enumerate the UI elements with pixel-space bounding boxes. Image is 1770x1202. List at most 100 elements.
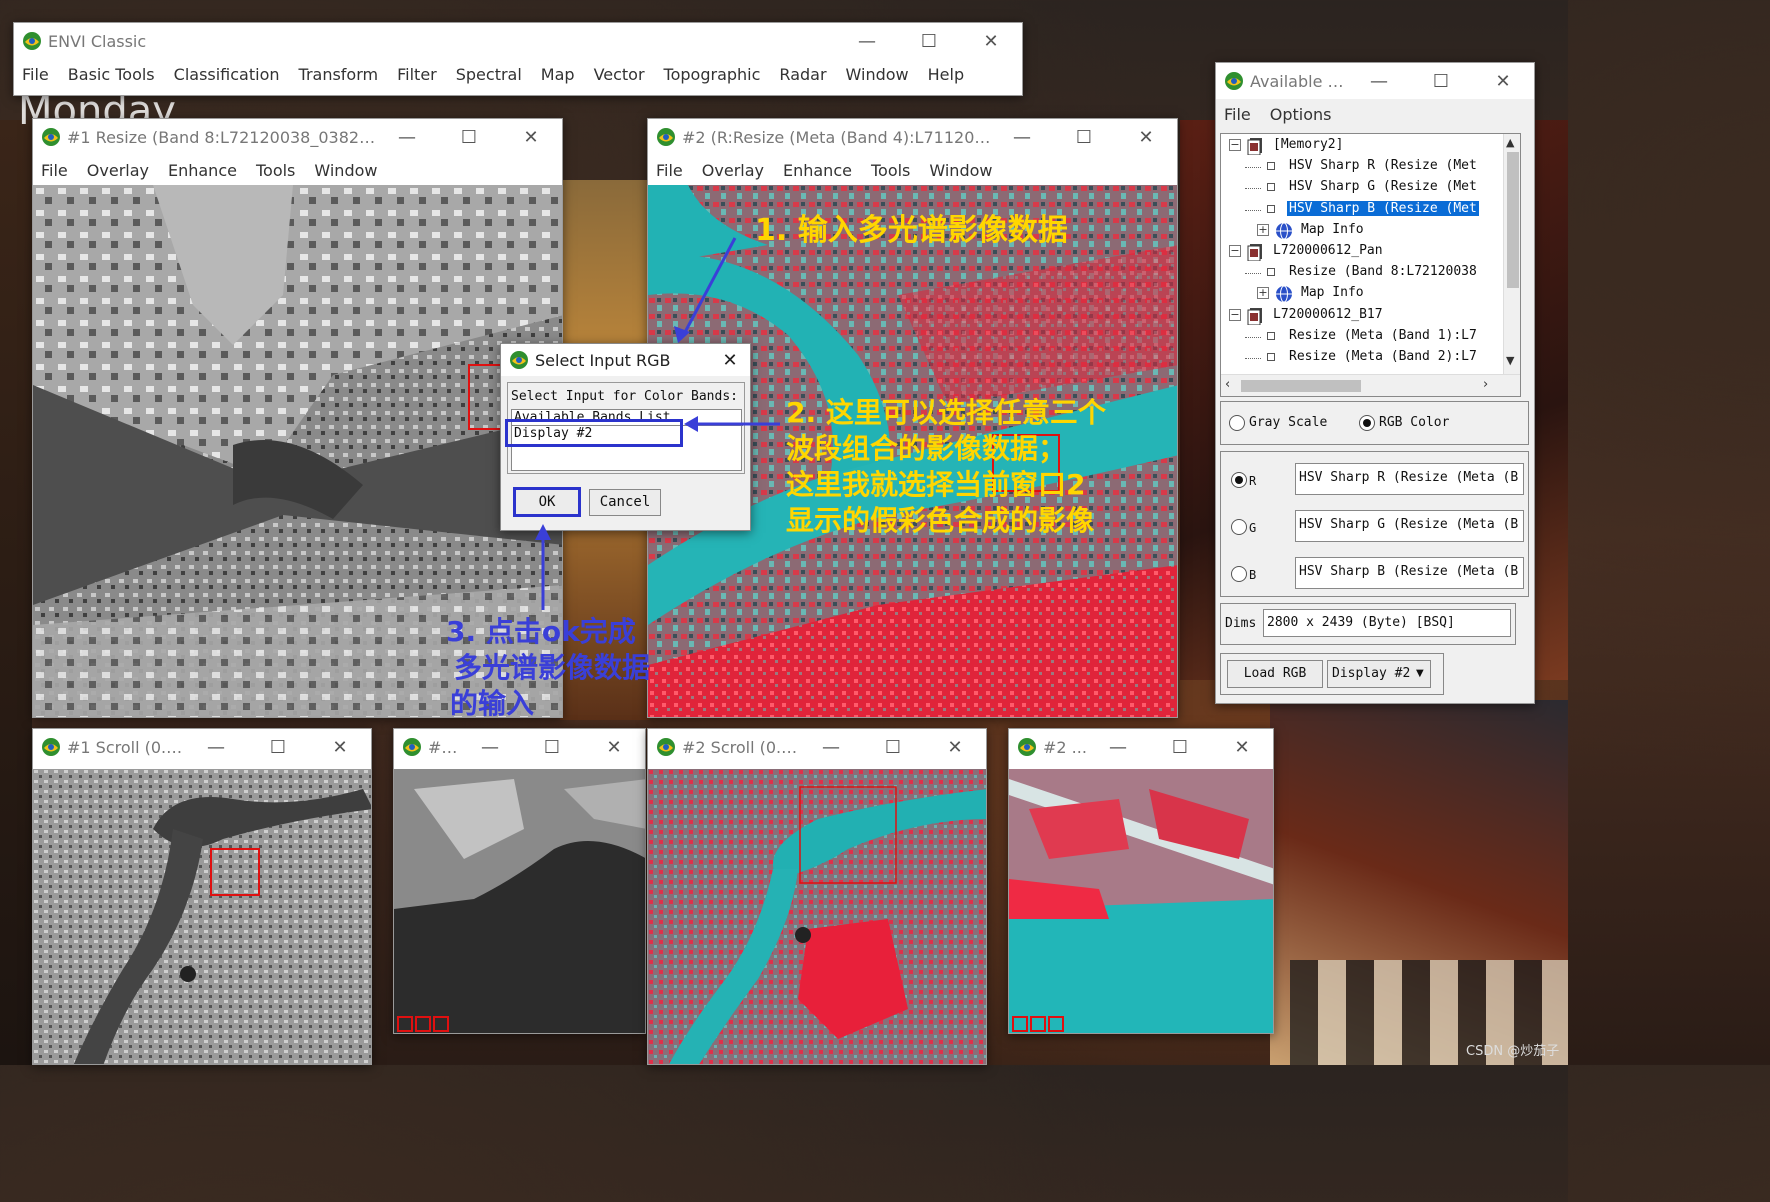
tree-row[interactable]: Resize (Meta (Band 1):L7	[1221, 327, 1503, 347]
close-button[interactable]: ✕	[500, 127, 562, 148]
tree-row[interactable]: + Map Info	[1221, 221, 1503, 241]
maximize-button[interactable]: ☐	[438, 127, 500, 148]
menu-classification[interactable]: Classification	[174, 65, 280, 84]
display2-menu-window[interactable]: Window	[929, 161, 992, 180]
minimize-button[interactable]: —	[800, 737, 862, 758]
rgb-row-g[interactable]: G HSV Sharp G (Resize (Meta (B	[1221, 507, 1528, 547]
scroll1-titlebar[interactable]: #1 Scroll (0.0... — ☐ ✕	[33, 729, 371, 765]
menu-vector[interactable]: Vector	[594, 65, 645, 84]
tree-vertical-scrollbar[interactable]: ▲ ▼	[1503, 134, 1520, 374]
tree-row[interactable]: Resize (Meta (Band 2):L7	[1221, 348, 1503, 368]
scroll2-titlebar[interactable]: #2 Scroll (0.1... — ☐ ✕	[648, 729, 986, 765]
close-button[interactable]: ✕	[960, 31, 1022, 52]
display1-menu-enhance[interactable]: Enhance	[168, 161, 237, 180]
tree-row[interactable]: HSV Sharp R (Resize (Met	[1221, 157, 1503, 177]
scroll-up-icon[interactable]: ▲	[1506, 136, 1514, 149]
maximize-button[interactable]: ☐	[521, 737, 583, 758]
maximize-button[interactable]: ☐	[862, 737, 924, 758]
dialog-ok-button[interactable]: OK	[513, 487, 581, 517]
tree-horizontal-scrollbar[interactable]: ‹ ›	[1221, 374, 1520, 396]
expand-icon[interactable]: +	[1257, 287, 1269, 300]
display1-menu-file[interactable]: File	[41, 161, 68, 180]
maximize-button[interactable]: ☐	[1053, 127, 1115, 148]
tree-connector-icon[interactable]	[1245, 336, 1261, 338]
bands-menu-options[interactable]: Options	[1270, 105, 1332, 124]
dialog-titlebar[interactable]: Select Input RGB ✕	[501, 344, 750, 376]
maximize-button[interactable]: ☐	[1149, 737, 1211, 758]
rgb-channel-field[interactable]: HSV Sharp B (Resize (Meta (B	[1295, 557, 1524, 589]
zoom2-image[interactable]	[1009, 769, 1273, 1033]
radio-rgb-color[interactable]	[1359, 415, 1375, 431]
display1-titlebar[interactable]: #1 Resize (Band 8:L72120038_038200... — …	[33, 119, 562, 155]
minimize-button[interactable]: —	[836, 31, 898, 52]
display2-menu-overlay[interactable]: Overlay	[702, 161, 764, 180]
menu-map[interactable]: Map	[541, 65, 575, 84]
tree-row[interactable]: Resize (Band 8:L72120038	[1221, 263, 1503, 283]
rgb-row-b[interactable]: B HSV Sharp B (Resize (Meta (B	[1221, 554, 1528, 594]
rgb-channel-field[interactable]: HSV Sharp G (Resize (Meta (B	[1295, 510, 1524, 542]
minimize-button[interactable]: —	[459, 737, 521, 758]
scroll1-image[interactable]	[33, 769, 371, 1064]
expand-icon[interactable]: +	[1257, 223, 1269, 236]
close-button[interactable]: ✕	[1115, 127, 1177, 148]
minimize-button[interactable]: —	[1087, 737, 1149, 758]
maximize-button[interactable]: ☐	[1410, 71, 1472, 92]
display1-menu-overlay[interactable]: Overlay	[87, 161, 149, 180]
tree-row[interactable]: HSV Sharp B (Resize (Met	[1221, 200, 1503, 220]
zoom1-image[interactable]	[394, 769, 645, 1033]
display2-menu-file[interactable]: File	[656, 161, 683, 180]
minimize-button[interactable]: —	[376, 127, 438, 148]
radio-g[interactable]	[1231, 519, 1247, 535]
scroll2-image[interactable]	[648, 769, 986, 1064]
bands-menu-file[interactable]: File	[1224, 105, 1251, 124]
menu-radar[interactable]: Radar	[779, 65, 826, 84]
menu-file[interactable]: File	[22, 65, 49, 84]
menu-basic-tools[interactable]: Basic Tools	[68, 65, 155, 84]
menu-filter[interactable]: Filter	[397, 65, 437, 84]
minimize-button[interactable]: —	[1348, 71, 1410, 92]
scroll-right-icon[interactable]: ›	[1483, 377, 1488, 392]
radio-gray-scale[interactable]	[1229, 415, 1245, 431]
dialog-cancel-button[interactable]: Cancel	[589, 489, 661, 516]
menu-window[interactable]: Window	[846, 65, 909, 84]
tree-row[interactable]: − L720000612_B17	[1221, 306, 1503, 326]
scroll-hthumb[interactable]	[1241, 380, 1361, 392]
collapse-icon[interactable]: −	[1229, 139, 1241, 151]
minimize-button[interactable]: —	[185, 737, 247, 758]
radio-r[interactable]	[1231, 472, 1247, 488]
close-button[interactable]: ✕	[1211, 737, 1273, 758]
close-button[interactable]: ✕	[924, 737, 986, 758]
maximize-button[interactable]: ☐	[898, 31, 960, 52]
tree-row[interactable]: HSV Sharp G (Resize (Met	[1221, 178, 1503, 198]
tree-connector-icon[interactable]	[1245, 209, 1261, 211]
load-rgb-button[interactable]: Load RGB	[1227, 660, 1323, 688]
display-select[interactable]: Display #2 ▼	[1327, 660, 1431, 688]
close-button[interactable]: ✕	[1472, 71, 1534, 92]
display2-titlebar[interactable]: #2 (R:Resize (Meta (Band 4):L7112003... …	[648, 119, 1177, 155]
tree-connector-icon[interactable]	[1245, 358, 1261, 359]
tree-connector-icon[interactable]	[1245, 188, 1261, 190]
tree-row[interactable]: + Map Info	[1221, 284, 1503, 304]
menu-transform[interactable]: Transform	[299, 65, 379, 84]
main-titlebar[interactable]: ENVI Classic — ☐ ✕	[14, 23, 1022, 59]
minimize-button[interactable]: —	[991, 127, 1053, 148]
display1-menu-tools[interactable]: Tools	[256, 161, 295, 180]
scroll-thumb[interactable]	[1507, 152, 1519, 288]
zoom1-titlebar[interactable]: #1 ... — ☐ ✕	[394, 729, 645, 765]
tree-connector-icon[interactable]	[1245, 273, 1261, 275]
rgb-row-r[interactable]: R HSV Sharp R (Resize (Meta (B	[1221, 460, 1528, 500]
display2-menu-enhance[interactable]: Enhance	[783, 161, 852, 180]
close-button[interactable]: ✕	[583, 737, 645, 758]
tree-connector-icon[interactable]	[1245, 167, 1261, 169]
tree-row[interactable]: − L720000612_Pan	[1221, 242, 1503, 262]
menu-spectral[interactable]: Spectral	[456, 65, 522, 84]
rgb-channel-field[interactable]: HSV Sharp R (Resize (Meta (B	[1295, 463, 1524, 495]
radio-b[interactable]	[1231, 566, 1247, 582]
collapse-icon[interactable]: −	[1229, 308, 1241, 321]
bands-tree[interactable]: − [Memory2] HSV Sharp R (Resize (Met HSV Sh…	[1220, 133, 1521, 397]
display2-menu-tools[interactable]: Tools	[871, 161, 910, 180]
close-button[interactable]: ✕	[309, 737, 371, 758]
tree-row[interactable]: − [Memory2]	[1221, 136, 1503, 156]
scroll-left-icon[interactable]: ‹	[1225, 377, 1230, 392]
scroll-down-icon[interactable]: ▼	[1506, 354, 1514, 367]
